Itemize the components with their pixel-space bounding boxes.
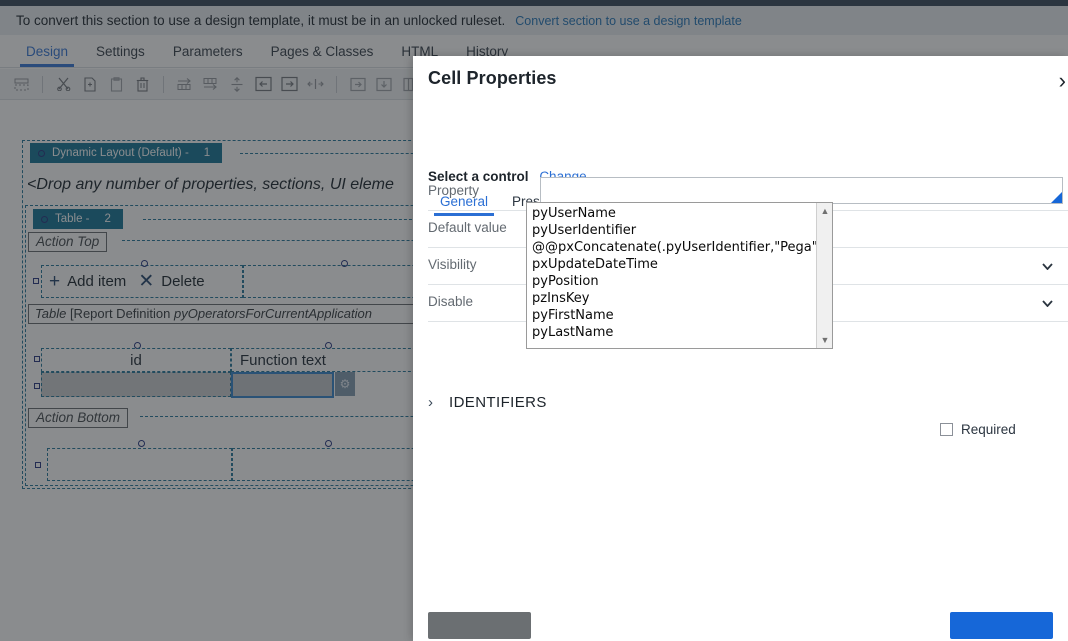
delete-button[interactable]: ✕ Delete <box>138 272 204 291</box>
indent-down-icon[interactable] <box>373 74 395 95</box>
copy-icon[interactable] <box>79 74 101 95</box>
paste-icon[interactable] <box>105 74 127 95</box>
delete-label: Delete <box>161 273 205 290</box>
suggestion-scrollbar[interactable]: ▲ ▼ <box>816 203 832 348</box>
action-bottom-label: Action Bottom <box>28 408 129 428</box>
resize-handle[interactable] <box>141 260 148 267</box>
resize-handle[interactable] <box>341 260 348 267</box>
cancel-button[interactable] <box>428 612 531 639</box>
row-handle[interactable] <box>34 383 40 389</box>
property-label: Property <box>428 183 480 198</box>
convert-section-link[interactable]: Convert section to use a design template <box>515 14 742 28</box>
dialog-title: Cell Properties <box>428 68 557 88</box>
visibility-label: Visibility <box>428 257 477 272</box>
scroll-down-icon[interactable]: ▼ <box>817 333 832 347</box>
delete-icon[interactable] <box>131 74 153 95</box>
suggestion-item[interactable]: pyUserName <box>530 205 816 222</box>
property-input[interactable] <box>540 177 1063 204</box>
submit-button[interactable] <box>950 612 1053 639</box>
property-suggestion-list[interactable]: pyUserName pyUserIdentifier @@pxConcaten… <box>526 202 833 349</box>
table-handle-icon <box>41 215 48 223</box>
chevron-down-icon <box>1042 263 1053 270</box>
table-label: Table - <box>55 213 90 225</box>
suggestion-item[interactable]: pyPosition <box>530 273 816 290</box>
action-top-label: Action Top <box>28 232 108 252</box>
add-item-button[interactable]: + Add item <box>49 272 126 291</box>
required-checkbox[interactable] <box>940 423 953 436</box>
required-label: Required <box>961 422 1016 437</box>
identifiers-accordion[interactable]: › IDENTIFIERS <box>428 394 547 411</box>
x-icon: ✕ <box>138 271 155 292</box>
suggestion-item[interactable]: pyUserIdentifier <box>530 222 816 239</box>
drop-placeholder-text: <Drop any number of properties, sections… <box>27 176 394 193</box>
disable-label: Disable <box>428 294 474 309</box>
dialog-footer <box>413 612 1068 641</box>
required-row: Required <box>940 422 1016 437</box>
dynamic-layout-number: 1 <box>203 147 211 159</box>
autocomplete-indicator-icon <box>1051 192 1062 203</box>
suggestion-item[interactable]: pxUpdateDateTime <box>530 256 816 273</box>
tab-design[interactable]: Design <box>12 44 82 67</box>
table-action-buttons: + Add item ✕ Delete <box>49 272 205 291</box>
section-icon[interactable] <box>10 74 32 95</box>
insert-row-below-icon[interactable] <box>174 74 196 95</box>
scroll-up-icon[interactable]: ▲ <box>817 204 832 218</box>
banner-message: To convert this section to use a design … <box>16 13 506 28</box>
add-item-label: Add item <box>67 273 127 290</box>
gear-icon[interactable]: ⚙ <box>335 372 355 396</box>
report-definition-name: pyOperatorsForCurrentApplication <box>174 306 372 321</box>
column-header-function-text-label: Function text <box>240 351 326 369</box>
toolbar-separator <box>336 75 337 93</box>
insert-row-above-icon[interactable] <box>200 74 222 95</box>
toolbar-separator <box>42 75 43 93</box>
insert-column-right-icon[interactable] <box>278 74 300 95</box>
suggestion-item[interactable]: pyLastName <box>530 324 816 341</box>
chevron-right-icon: › <box>428 394 433 411</box>
canvas-left-rail <box>0 100 7 641</box>
bottom-dropzone-left[interactable] <box>47 448 232 481</box>
dynamic-layout-header[interactable]: Dynamic Layout (Default) - 1 <box>30 143 223 163</box>
report-definition-prefix: Table <box>35 306 67 321</box>
merge-cells-icon[interactable] <box>304 74 326 95</box>
table-header[interactable]: Table - 2 <box>33 209 123 229</box>
resize-handle[interactable] <box>325 440 332 447</box>
report-definition-mid: [Report Definition <box>66 306 174 321</box>
chevron-right-icon[interactable]: › <box>1059 70 1066 92</box>
split-vertical-icon[interactable] <box>226 74 248 95</box>
app-top-strip-overlay <box>0 0 1068 6</box>
indent-right-icon[interactable] <box>347 74 369 95</box>
layout-handle-icon <box>38 149 45 157</box>
chevron-down-icon <box>1042 300 1053 307</box>
tab-pages-and-classes[interactable]: Pages & Classes <box>257 44 388 67</box>
table-number: 2 <box>104 213 111 225</box>
column-header-id[interactable]: id <box>41 348 231 372</box>
resize-handle[interactable] <box>138 440 145 447</box>
row-handle[interactable] <box>34 356 40 362</box>
suggestion-item[interactable]: pyFirstName <box>530 307 816 324</box>
design-template-banner: To convert this section to use a design … <box>0 6 1068 35</box>
row-handle[interactable] <box>33 278 39 284</box>
toolbar-separator <box>163 75 164 93</box>
identifiers-label: IDENTIFIERS <box>449 394 547 411</box>
row-handle[interactable] <box>35 462 41 468</box>
plus-icon: + <box>49 271 61 292</box>
cut-icon[interactable] <box>53 74 75 95</box>
report-definition-bar[interactable]: Table [Report Definition pyOperatorsForC… <box>28 304 428 324</box>
tab-settings[interactable]: Settings <box>82 44 159 67</box>
default-value-label: Default value <box>428 220 507 235</box>
insert-column-left-icon[interactable] <box>252 74 274 95</box>
tab-parameters[interactable]: Parameters <box>159 44 257 67</box>
screen: To convert this section to use a design … <box>0 0 1068 641</box>
suggestion-item[interactable]: @@pxConcatenate(.pyUserIdentifier,"Pega"… <box>530 239 816 256</box>
table-cell-function-text[interactable] <box>231 372 334 398</box>
suggestion-item[interactable]: pzInsKey <box>530 290 816 307</box>
suggestion-items: pyUserName pyUserIdentifier @@pxConcaten… <box>527 203 816 348</box>
dynamic-layout-label: Dynamic Layout (Default) - <box>52 147 189 159</box>
table-cell-id[interactable] <box>41 372 231 397</box>
column-header-id-label: id <box>130 351 142 369</box>
column-header-function-text[interactable]: Function text <box>231 348 421 372</box>
